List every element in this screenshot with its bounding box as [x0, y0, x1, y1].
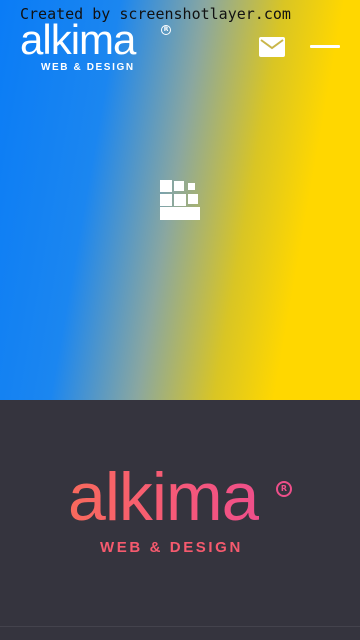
watermark-text: Created by screenshotlayer.com — [20, 5, 291, 23]
mail-button[interactable] — [258, 36, 286, 58]
footer-section: alkima R WEB & DESIGN — [0, 400, 360, 640]
footer-logo-tagline: WEB & DESIGN — [100, 539, 243, 556]
registered-mark: R — [161, 25, 171, 35]
hero-section: Created by screenshotlayer.com alkima R … — [0, 0, 360, 400]
footer-logo[interactable]: alkima R WEB & DESIGN — [68, 459, 293, 560]
footer-registered-mark: R — [276, 481, 292, 497]
footer-divider — [0, 626, 360, 627]
logo-wordmark: alkima — [20, 16, 136, 63]
header-logo[interactable]: alkima R WEB & DESIGN — [20, 16, 175, 75]
pixel-blocks-icon — [158, 178, 202, 222]
menu-button[interactable] — [308, 40, 342, 54]
logo-tagline: WEB & DESIGN — [41, 62, 135, 73]
envelope-icon — [259, 37, 285, 57]
footer-logo-wordmark: alkima — [68, 459, 259, 535]
hamburger-menu-icon — [310, 45, 340, 48]
